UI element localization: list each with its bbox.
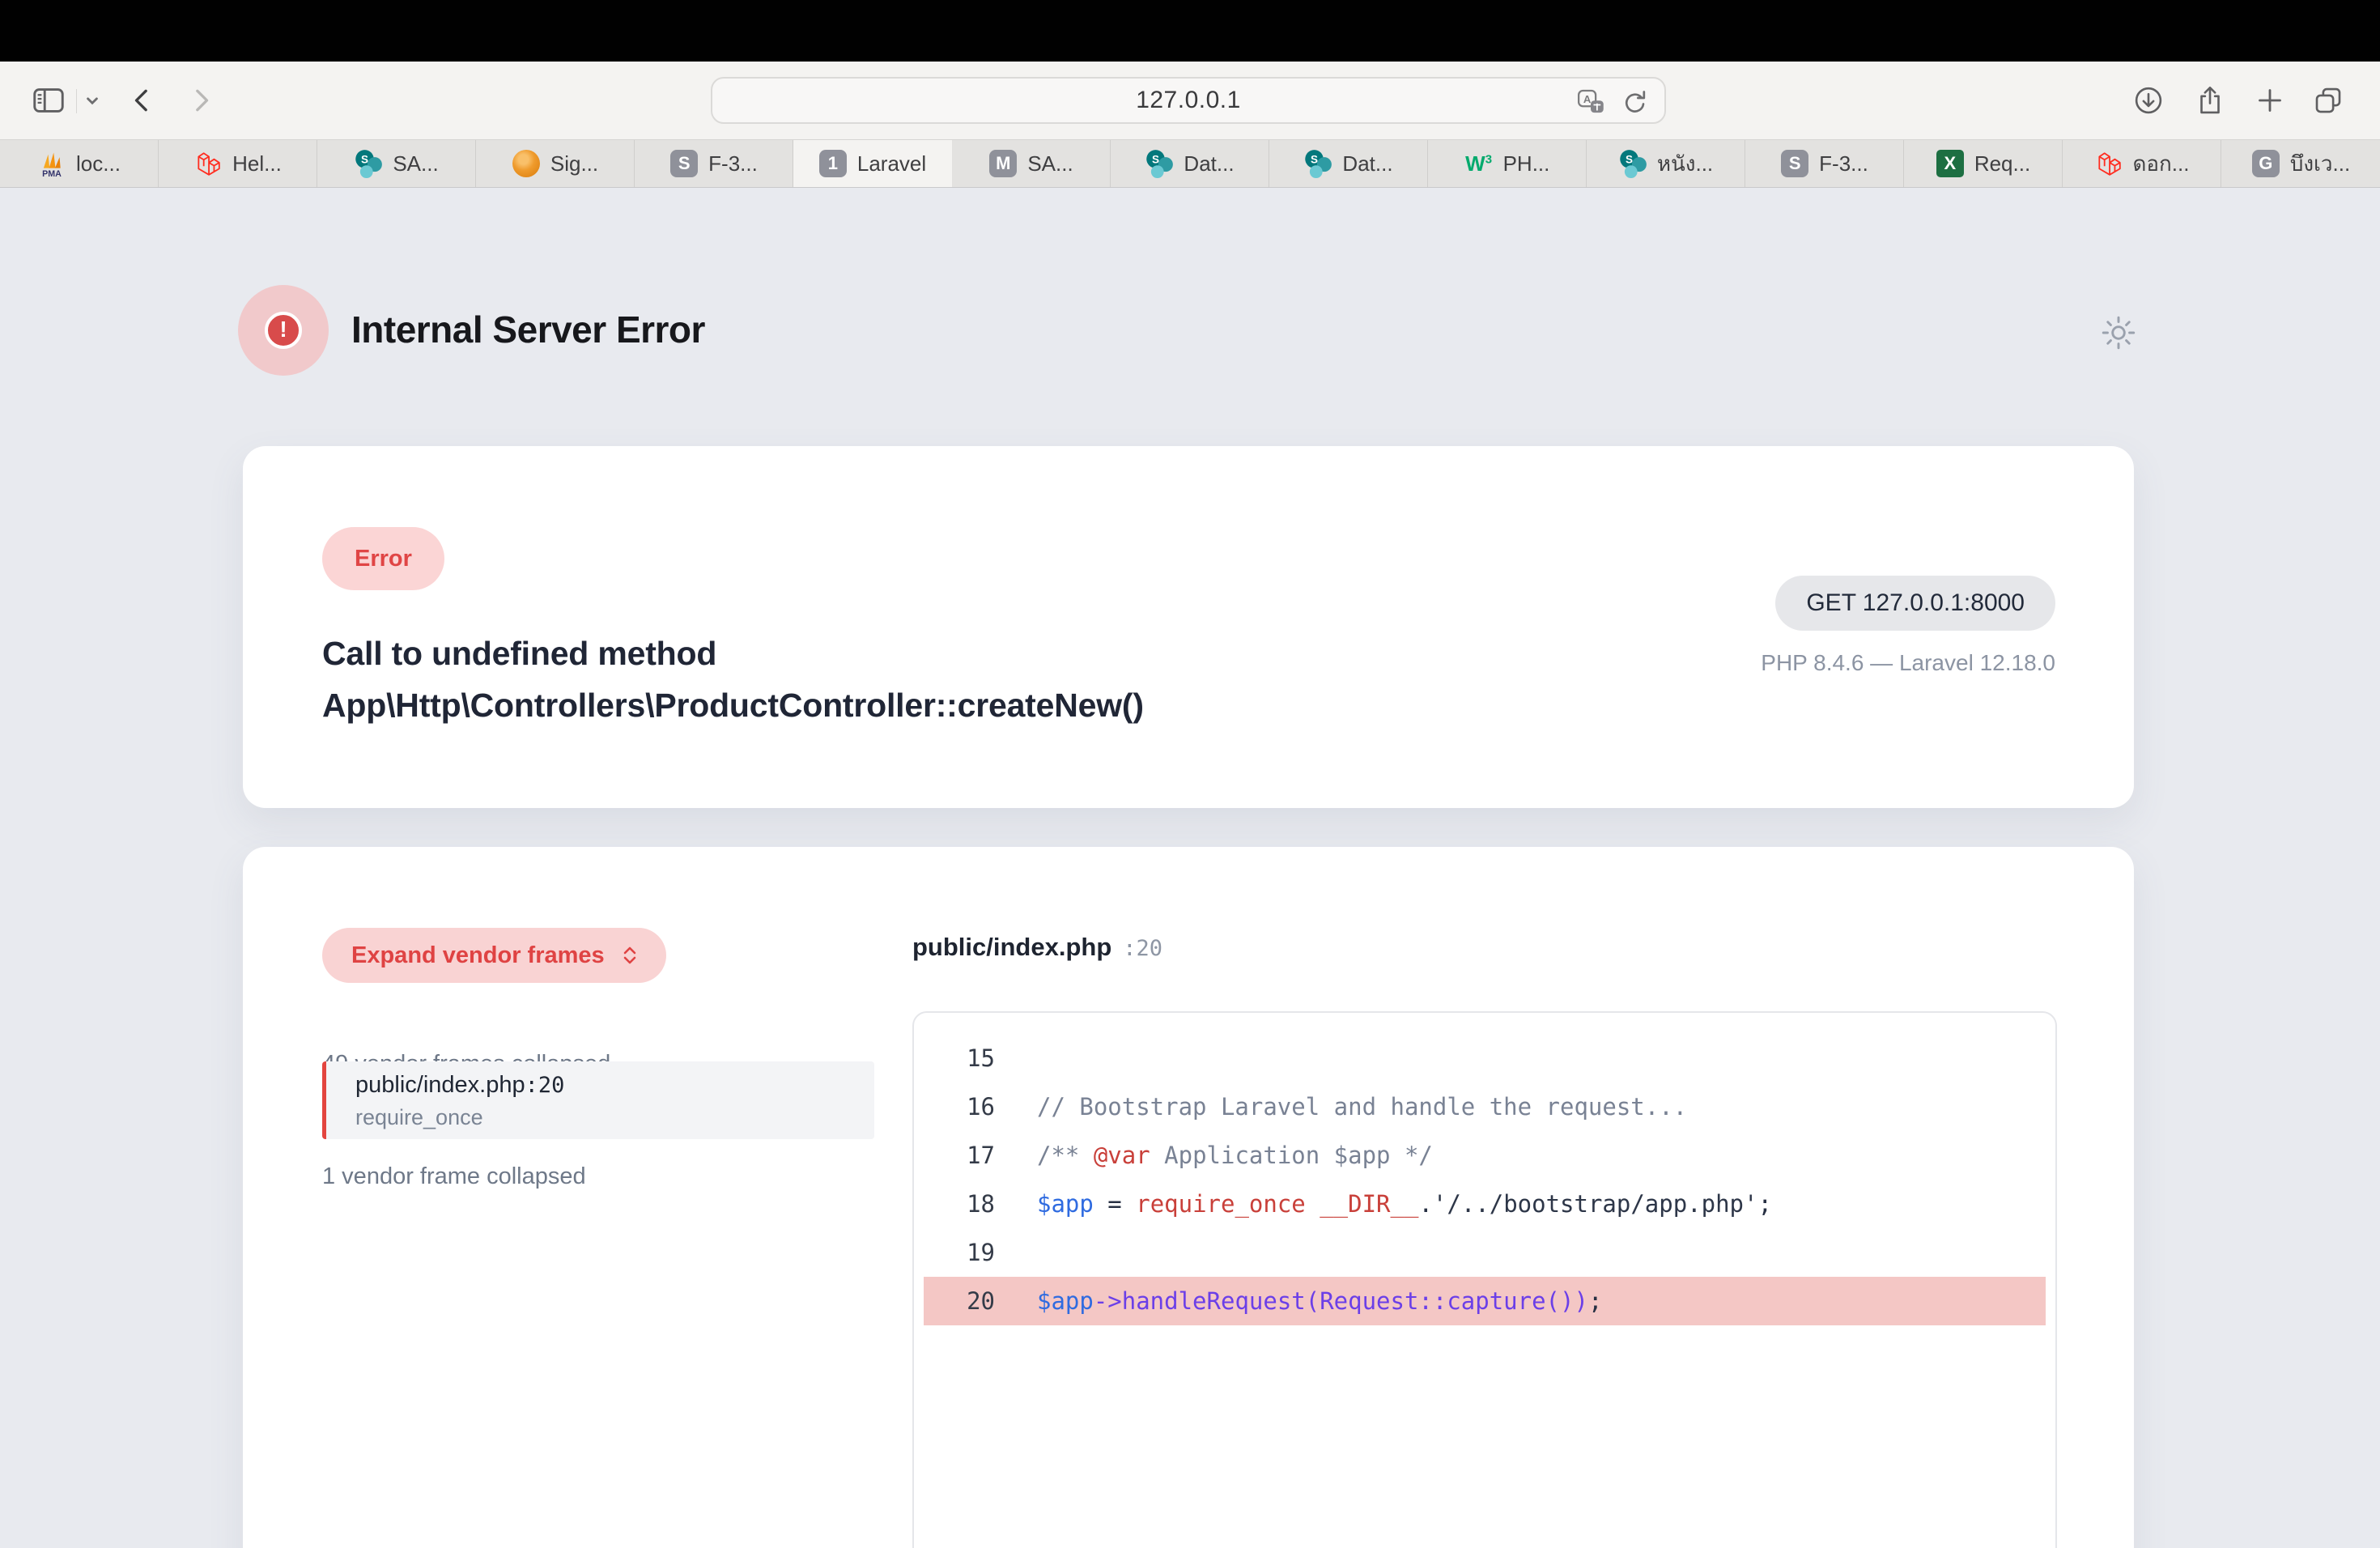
chevron-up-down-icon [618, 943, 642, 968]
tab-laravel-active[interactable]: 1 Laravel [793, 140, 952, 187]
sharepoint-favicon: S [354, 149, 383, 178]
code-line-19: 19 [924, 1228, 2046, 1277]
plus-icon [2254, 84, 2286, 117]
error-alert-icon: ! [238, 285, 329, 376]
request-badge: GET 127.0.0.1:8000 [1775, 576, 2055, 631]
letter-s-favicon: S [669, 149, 699, 178]
svg-text:S: S [1152, 154, 1159, 166]
code-line-16: 16 // Bootstrap Laravel and handle the r… [924, 1082, 2046, 1131]
safari-window: 127.0.0.1 A [0, 0, 2380, 1548]
tab-m-sa[interactable]: M SA... [952, 140, 1111, 187]
tab-overview-button[interactable] [2309, 81, 2348, 120]
w3schools-favicon: W3 [1464, 149, 1494, 178]
share-button[interactable] [2191, 81, 2229, 120]
sidebar-toggle-button[interactable] [29, 81, 68, 120]
code-line-20-highlighted: 20 $app->handleRequest(Request::capture(… [924, 1277, 2046, 1325]
vendor-frames-collapsed-below: 1 vendor frame collapsed [322, 1163, 586, 1190]
svg-text:S: S [1311, 154, 1318, 166]
letter-m-favicon: M [988, 149, 1018, 178]
error-message-line2: App\Http\Controllers\ProductController::… [322, 679, 1144, 731]
browser-toolbar: 127.0.0.1 A [0, 62, 2380, 139]
tab-sharepoint-dat-2[interactable]: S Dat... [1269, 140, 1428, 187]
sharepoint-favicon: S [1303, 149, 1332, 178]
back-chevron-icon [126, 84, 159, 117]
address-url: 127.0.0.1 [1136, 87, 1241, 114]
letter-s-favicon: S [1780, 149, 1809, 178]
svg-text:S: S [1626, 154, 1633, 166]
toolbar-divider [76, 89, 77, 113]
tab-f3-1[interactable]: S F-3... [635, 140, 793, 187]
error-message-line1: Call to undefined method [322, 627, 1144, 679]
new-tab-button[interactable] [2250, 81, 2289, 120]
letter-g-favicon: G [2251, 149, 2280, 178]
back-button[interactable] [123, 81, 162, 120]
frame-file: public/index.php:20 [355, 1072, 874, 1099]
forward-chevron-icon [185, 84, 217, 117]
tab-phpmyadmin[interactable]: PMA loc... [0, 140, 159, 187]
code-file-header: public/index.php :20 [912, 933, 1162, 962]
tabs-overview-icon [2311, 83, 2345, 117]
stack-frame-public-index[interactable]: public/index.php:20 require_once [322, 1061, 874, 1139]
code-line-18: 18 $app = require_once __DIR__.'/../boot… [924, 1180, 2046, 1228]
phpmyadmin-favicon: PMA [37, 149, 66, 178]
tab-sharepoint-1[interactable]: S SA... [317, 140, 476, 187]
address-bar[interactable]: 127.0.0.1 A [711, 77, 1666, 124]
tab-excel-req[interactable]: X Req... [1904, 140, 2063, 187]
reload-icon[interactable] [1619, 86, 1651, 118]
tab-strip: PMA loc... Hel... S SA... Sig... S F-3..… [0, 139, 2380, 188]
sharepoint-favicon: S [1145, 149, 1174, 178]
theme-toggle-button[interactable] [2097, 311, 2140, 355]
runtime-versions: PHP 8.4.6 — Laravel 12.18.0 [1761, 650, 2055, 676]
code-line-17: 17 /** @var Application $app */ [924, 1131, 2046, 1180]
error-type-badge: Error [322, 527, 444, 590]
tab-laravel-help[interactable]: Hel... [159, 140, 317, 187]
downloads-button[interactable] [2129, 81, 2168, 120]
tab-sharepoint-dat-1[interactable]: S Dat... [1111, 140, 1269, 187]
tab-g-thai[interactable]: G บึงเว... [2221, 140, 2380, 187]
download-icon [2131, 83, 2165, 117]
svg-text:S: S [361, 154, 368, 166]
sidebar-menu-chevron[interactable] [78, 81, 107, 120]
error-message: Call to undefined method App\Http\Contro… [322, 627, 1144, 731]
code-line-15: 15 [924, 1034, 2046, 1082]
share-icon [2193, 83, 2227, 117]
svg-text:A: A [1583, 93, 1592, 105]
translate-icon[interactable]: A [1574, 85, 1608, 119]
tab-laravel-thai[interactable]: ดอก... [2063, 140, 2221, 187]
stack-trace-card: Expand vendor frames 49 vendor frames co… [243, 847, 2134, 1548]
ornament-favicon [512, 149, 541, 178]
expand-vendor-frames-button[interactable]: Expand vendor frames [322, 928, 666, 983]
tab-sig[interactable]: Sig... [476, 140, 635, 187]
code-viewer: 15 16 // Bootstrap Laravel and handle th… [912, 1011, 2057, 1548]
page-title: Internal Server Error [351, 308, 705, 351]
chevron-down-icon [82, 90, 103, 111]
letter-1-favicon: 1 [818, 149, 848, 178]
svg-text:PMA: PMA [42, 169, 62, 178]
laravel-favicon [2094, 149, 2123, 178]
tab-sharepoint-thai[interactable]: S หนัง... [1587, 140, 1745, 187]
sun-icon [2098, 313, 2139, 353]
sharepoint-favicon: S [1618, 149, 1647, 178]
sidebar-icon [30, 82, 67, 119]
frame-function: require_once [355, 1105, 874, 1130]
tab-w3schools-php[interactable]: W3 PH... [1428, 140, 1587, 187]
error-summary-card: Error Call to undefined method App\Http\… [243, 446, 2134, 808]
exclamation-icon: ! [265, 312, 302, 349]
excel-favicon: X [1936, 149, 1965, 178]
forward-button[interactable] [181, 81, 220, 120]
tab-f3-2[interactable]: S F-3... [1745, 140, 1904, 187]
notch-bar [0, 0, 2380, 62]
laravel-favicon [193, 149, 223, 178]
